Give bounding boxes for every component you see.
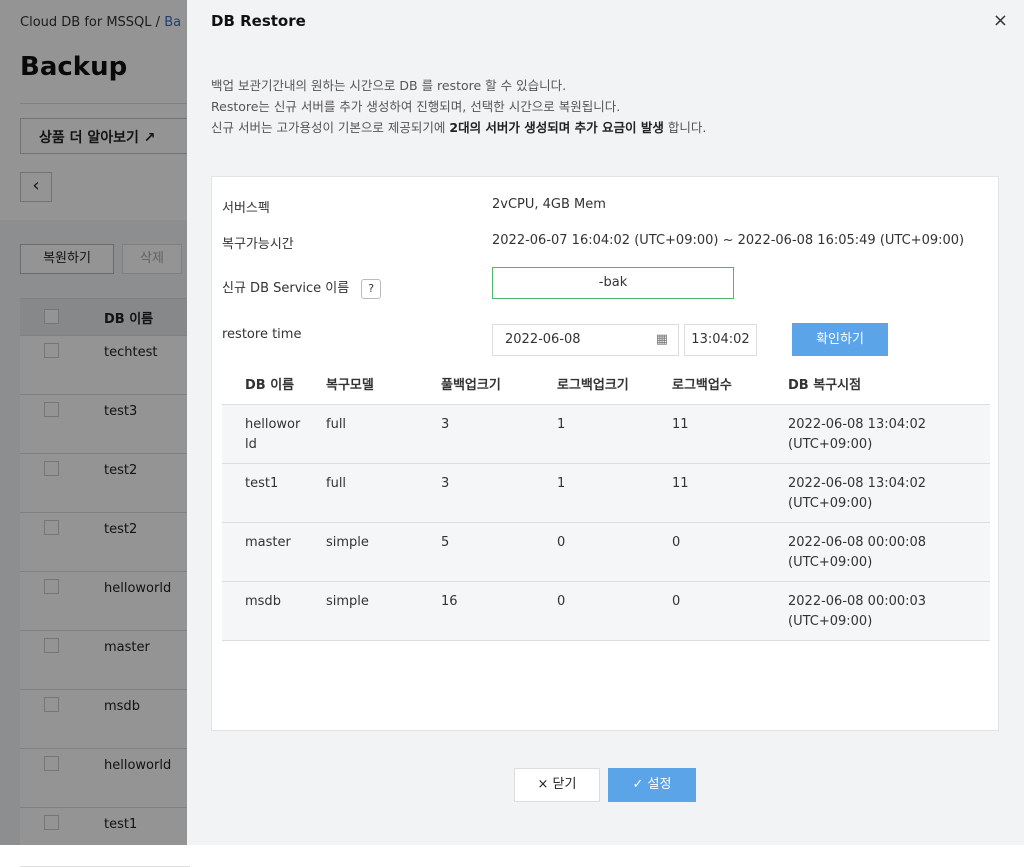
- modal-description: 백업 보관기간내의 원하는 시간으로 DB 를 restore 할 수 있습니다…: [211, 75, 706, 138]
- table-row: master simple 5 0 0 2022-06-08 00:00:08 …: [222, 523, 990, 582]
- restore-time-input[interactable]: 13:04:02: [684, 324, 757, 356]
- cell-restore-point: 2022-06-08 13:04:02 (UTC+09:00): [788, 476, 927, 511]
- db-restore-modal: DB Restore × 백업 보관기간내의 원하는 시간으로 DB 를 res…: [187, 0, 1024, 845]
- cell-log-backup-count: 11: [672, 476, 689, 491]
- cell-full-backup-size: 3: [441, 476, 450, 491]
- desc-line-1: 백업 보관기간내의 원하는 시간으로 DB 를 restore 할 수 있습니다…: [211, 78, 567, 93]
- cell-log-backup-size: 1: [557, 476, 566, 491]
- close-icon[interactable]: ×: [993, 10, 1008, 31]
- table-row: test1 full 3 1 11 2022-06-08 13:04:02 (U…: [222, 464, 990, 523]
- cell-restore-point: 2022-06-08 13:04:02 (UTC+09:00): [788, 417, 927, 452]
- cell-restore-point: 2022-06-08 00:00:08 (UTC+09:00): [788, 535, 927, 570]
- restore-db-table: DB 이름 복구모델 풀백업크기 로그백업크기 로그백업수 DB 복구시점 he…: [222, 368, 990, 641]
- desc-line-3: 신규 서버는 고가용성이 기본으로 제공되기에 2대의 서버가 생성되며 추가 …: [211, 117, 706, 138]
- calendar-icon[interactable]: ▦: [656, 325, 668, 355]
- header-log-backup-size: 로그백업크기: [557, 378, 629, 393]
- header-log-backup-count: 로그백업수: [672, 378, 732, 393]
- desc-line-2: Restore는 신규 서버를 추가 생성하여 진행되며, 선택한 시간으로 복…: [211, 99, 621, 114]
- modal-title: DB Restore: [211, 12, 306, 30]
- cell-full-backup-size: 16: [441, 594, 458, 609]
- table-header: DB 이름 복구모델 풀백업크기 로그백업크기 로그백업수 DB 복구시점: [222, 368, 990, 405]
- cell-recovery-model: simple: [326, 535, 369, 550]
- close-button[interactable]: × 닫기: [514, 768, 600, 802]
- cell-restore-point: 2022-06-08 00:00:03 (UTC+09:00): [788, 594, 927, 629]
- help-icon[interactable]: ?: [361, 278, 382, 299]
- cell-log-backup-count: 11: [672, 417, 689, 432]
- cell-recovery-model: simple: [326, 594, 369, 609]
- cell-log-backup-size: 0: [557, 535, 566, 550]
- cell-recovery-model: full: [326, 476, 347, 491]
- range-value: 2022-06-07 16:04:02 (UTC+09:00) ~ 2022-0…: [492, 233, 965, 248]
- restore-time-label: restore time: [222, 327, 302, 342]
- apply-button[interactable]: ✓ 설정: [608, 768, 696, 802]
- restore-form-panel: 서버스펙 2vCPU, 4GB Mem 복구가능시간 2022-06-07 16…: [211, 176, 999, 731]
- header-db-name: DB 이름: [245, 378, 295, 393]
- table-row: hellowor ld full 3 1 11 2022-06-08 13:04…: [222, 405, 990, 464]
- cell-db-name: test1: [245, 476, 279, 491]
- cell-db-name: msdb: [245, 594, 281, 609]
- cell-db-name: master: [245, 535, 291, 550]
- cell-full-backup-size: 5: [441, 535, 450, 550]
- header-full-backup-size: 풀백업크기: [441, 378, 501, 393]
- cell-log-backup-size: 0: [557, 594, 566, 609]
- cell-db-name: hellowor ld: [245, 417, 301, 452]
- cell-log-backup-count: 0: [672, 594, 681, 609]
- header-restore-point: DB 복구시점: [788, 378, 862, 393]
- spec-label: 서버스펙: [222, 201, 270, 216]
- spec-value: 2vCPU, 4GB Mem: [492, 197, 606, 212]
- desc-line-3-prefix: 신규 서버는 고가용성이 기본으로 제공되기에: [211, 120, 450, 135]
- cell-log-backup-size: 1: [557, 417, 566, 432]
- cell-recovery-model: full: [326, 417, 347, 432]
- desc-line-3-suffix: 합니다.: [663, 120, 707, 135]
- service-name-label: 신규 DB Service 이름?: [222, 277, 382, 299]
- restore-date-value: 2022-06-08: [505, 332, 581, 347]
- restore-date-input[interactable]: 2022-06-08 ▦: [492, 324, 679, 356]
- header-recovery-model: 복구모델: [326, 378, 374, 393]
- range-label: 복구가능시간: [222, 237, 294, 252]
- desc-line-3-warning: 2대의 서버가 생성되며 추가 요금이 발생: [449, 120, 664, 135]
- cell-full-backup-size: 3: [441, 417, 450, 432]
- confirm-button[interactable]: 확인하기: [792, 323, 888, 356]
- service-name-input[interactable]: -bak: [492, 267, 734, 299]
- table-row: msdb simple 16 0 0 2022-06-08 00:00:03 (…: [222, 582, 990, 641]
- service-name-label-text: 신규 DB Service 이름: [222, 281, 350, 296]
- cell-log-backup-count: 0: [672, 535, 681, 550]
